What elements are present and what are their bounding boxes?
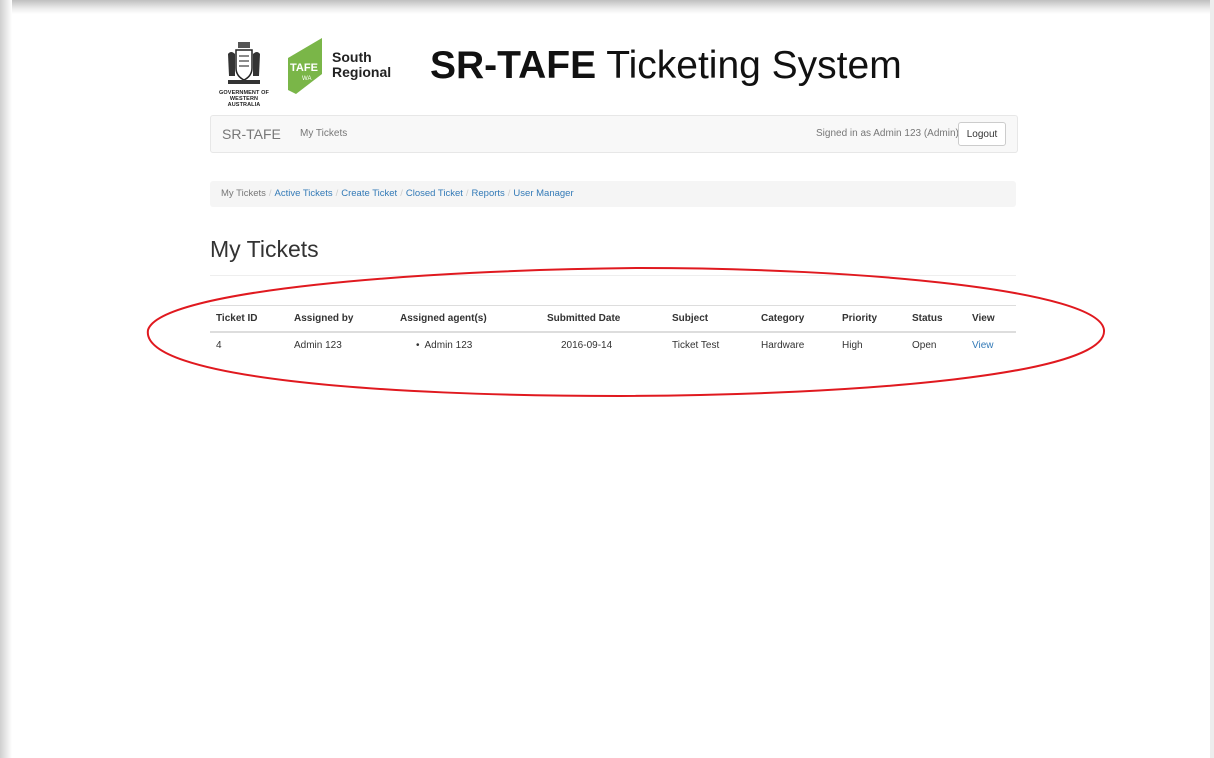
breadcrumb-active-tickets[interactable]: Active Tickets <box>275 188 333 199</box>
col-header-category: Category <box>761 313 805 324</box>
coat-of-arms-icon <box>228 42 260 84</box>
title-divider <box>210 275 1016 276</box>
page-title: My Tickets <box>210 236 319 262</box>
tafe-logo-regional: Regional <box>332 64 392 80</box>
col-header-submitted-date: Submitted Date <box>547 313 621 324</box>
col-header-view: View <box>972 313 995 324</box>
cell-assigned-agent-name: Admin 123 <box>424 340 473 351</box>
gov-logo-text: GOVERNMENT OF WESTERN AUSTRALIA <box>214 90 274 108</box>
tafe-south-regional-logo: TAFE WA South Regional <box>288 38 400 94</box>
breadcrumb-create-ticket[interactable]: Create Ticket <box>341 188 397 199</box>
nav-link-my-tickets[interactable]: My Tickets <box>300 128 347 139</box>
signed-in-text: Signed in as Admin 123 (Admin) <box>816 128 959 139</box>
breadcrumb-separator: / <box>335 188 339 199</box>
breadcrumb-separator: / <box>400 188 403 199</box>
col-header-ticket-id: Ticket ID <box>216 313 258 324</box>
view-ticket-link[interactable]: View <box>972 340 994 351</box>
col-header-assigned-agents: Assigned agent(s) <box>400 313 487 324</box>
breadcrumb-reports[interactable]: Reports <box>472 188 505 199</box>
window-left-shadow <box>0 0 12 758</box>
tafe-leaf-icon: TAFE WA <box>288 38 322 94</box>
breadcrumb-user-manager[interactable]: User Manager <box>513 188 573 199</box>
window-right-edge <box>1210 0 1214 758</box>
breadcrumb-my-tickets: My Tickets <box>221 188 266 199</box>
cell-assigned-by: Admin 123 <box>294 340 342 351</box>
col-header-priority: Priority <box>842 313 878 324</box>
breadcrumb-closed-ticket[interactable]: Closed Ticket <box>406 188 463 199</box>
app-title-bold: SR-TAFE <box>430 44 597 87</box>
cell-submitted-date: 2016-09-14 <box>561 340 613 351</box>
breadcrumb: My Tickets / Active Tickets / Create Ticket /… <box>210 181 1016 207</box>
cell-status: Open <box>912 340 937 351</box>
cell-category: Hardware <box>761 340 805 351</box>
cell-subject: Ticket Test <box>672 340 720 351</box>
cell-ticket-id: 4 <box>216 340 222 351</box>
cell-assigned-agent: • Admin 123 <box>416 340 472 351</box>
col-header-subject: Subject <box>672 313 709 324</box>
table-top-border <box>210 305 1016 306</box>
government-of-western-australia-logo: GOVERNMENT OF WESTERN AUSTRALIA <box>214 36 274 118</box>
navbar: SR-TAFE My Tickets Signed in as Admin 12… <box>210 115 1018 153</box>
gov-logo-line2: WESTERN AUSTRALIA <box>227 96 261 108</box>
tafe-leaf-subtext: WA <box>302 76 311 82</box>
cell-priority: High <box>842 340 863 351</box>
tafe-leaf-text: TAFE <box>290 62 318 74</box>
bullet-icon: • <box>416 340 420 351</box>
page: GOVERNMENT OF WESTERN AUSTRALIA TAFE WA … <box>0 0 1214 758</box>
tafe-logo-south: South <box>332 49 372 65</box>
breadcrumb-separator: / <box>268 188 272 199</box>
red-ellipse-annotation <box>146 266 1106 398</box>
breadcrumb-separator: / <box>465 188 469 199</box>
app-title: SR-TAFE Ticketing System <box>430 42 902 90</box>
col-header-assigned-by: Assigned by <box>294 313 354 324</box>
window-top-shadow <box>0 0 1214 14</box>
navbar-brand[interactable]: SR-TAFE <box>222 126 281 142</box>
app-title-rest: Ticketing System <box>596 44 902 87</box>
table-header-border <box>210 331 1016 333</box>
logout-button[interactable]: Logout <box>958 122 1006 146</box>
col-header-status: Status <box>912 313 943 324</box>
